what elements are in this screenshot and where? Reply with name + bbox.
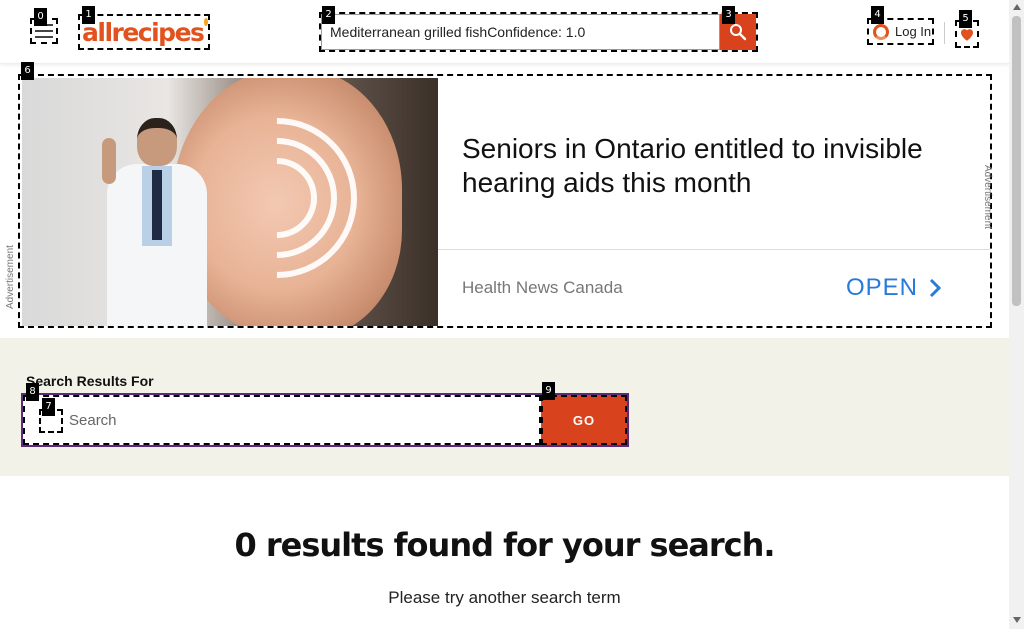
element-badge: 9 — [542, 382, 555, 400]
ad-label-left: Advertisement — [5, 245, 16, 309]
element-badge: 0 — [34, 8, 47, 26]
scroll-up-arrow-icon[interactable] — [1013, 4, 1021, 10]
scroll-thumb[interactable] — [1012, 16, 1021, 306]
scroll-down-arrow-icon[interactable] — [1013, 617, 1021, 623]
ad-label-right: Advertisement — [982, 165, 993, 229]
logo-spoon-icon — [204, 18, 208, 26]
chevron-right-icon — [929, 278, 942, 298]
ad-image — [22, 78, 438, 326]
element-badge: 1 — [82, 6, 95, 24]
element-badge: 5 — [959, 10, 972, 28]
ad-source: Health News Canada — [462, 278, 623, 297]
element-badge: 6 — [21, 62, 34, 80]
ad-open-label: OPEN — [846, 274, 919, 301]
ad-separator — [438, 249, 990, 250]
page: allrecipes Mediterranean grilled fishCon… — [0, 0, 1009, 629]
search-section: Search Results For Search GO — [0, 338, 1009, 476]
ad-doctor-figure — [102, 118, 212, 326]
search-icon — [730, 24, 747, 41]
advertisement[interactable]: Seniors in Ontario entitled to invisible… — [18, 74, 992, 328]
search-form: Search GO — [21, 393, 629, 447]
login-label: Log In — [895, 24, 932, 39]
search-input[interactable]: Search — [23, 395, 541, 445]
element-badge: 7 — [42, 398, 55, 416]
menu-bar-icon — [35, 30, 53, 32]
page-scrollbar[interactable] — [1009, 0, 1024, 629]
user-icon — [873, 23, 889, 40]
results-title: 0 results found for your search. — [234, 526, 775, 564]
site-header: allrecipes Mediterranean grilled fishCon… — [0, 0, 1009, 64]
header-divider — [944, 22, 945, 44]
ad-open-button[interactable]: OPEN — [846, 274, 942, 302]
results-subtitle: Please try another search term — [388, 588, 621, 607]
header-search-input[interactable]: Mediterranean grilled fishConfidence: 1.… — [321, 14, 720, 50]
ad-content: Seniors in Ontario entitled to invisible… — [438, 78, 990, 326]
header-search: Mediterranean grilled fishConfidence: 1.… — [319, 12, 758, 52]
go-button[interactable]: GO — [541, 395, 627, 445]
element-badge: 8 — [26, 383, 39, 401]
ad-headline[interactable]: Seniors in Ontario entitled to invisible… — [462, 132, 962, 200]
allrecipes-logo[interactable]: allrecipes — [78, 14, 210, 50]
logo-text: allrecipes — [82, 17, 205, 47]
element-badge: 4 — [871, 6, 884, 24]
element-badge: 3 — [722, 6, 735, 24]
element-badge: 2 — [322, 6, 335, 24]
search-results-label: Search Results For — [26, 373, 154, 389]
menu-bar-icon — [35, 36, 53, 38]
search-placeholder: Search — [69, 411, 117, 429]
